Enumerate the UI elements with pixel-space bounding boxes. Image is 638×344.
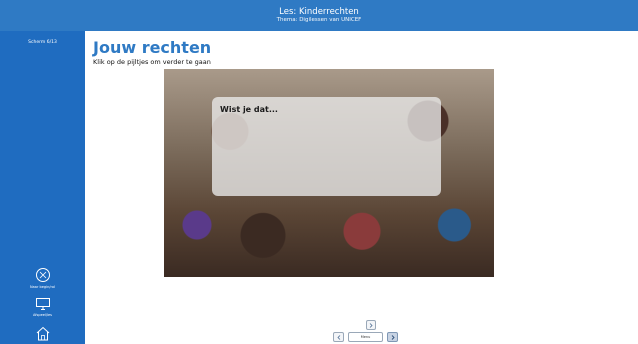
next-button[interactable] [387, 332, 398, 342]
info-overlay: Wist je dat... [212, 97, 441, 196]
top-bar: Les: Kinderrechten Thema: Digilessen van… [0, 0, 638, 31]
sidebar-button-label: Naar begin/rol [30, 285, 55, 289]
overlay-text: Wist je dat... [220, 105, 278, 114]
lesson-title: Les: Kinderrechten [279, 7, 359, 17]
unicef-logo-icon [35, 268, 50, 282]
page-title: Jouw rechten [93, 38, 212, 57]
monitor-icon [35, 298, 50, 310]
sidebar: Scherm 6/13 Naar begin/rol Afspeel/les [0, 31, 85, 344]
home-icon [36, 326, 49, 341]
sidebar-button-begin[interactable]: Naar begin/rol [0, 267, 85, 289]
menu-button[interactable]: Menu [348, 332, 383, 342]
chevron-left-icon [336, 335, 340, 340]
instruction-text: Klik op de pijltjes om verder te gaan [93, 58, 211, 66]
sidebar-button-screen[interactable]: Afspeel/les [0, 297, 85, 317]
lesson-theme: Thema: Digilessen van UNICEF [276, 17, 362, 23]
previous-button[interactable] [333, 332, 344, 342]
screen-counter: Scherm 6/13 [28, 40, 57, 45]
sidebar-button-label: Afspeel/les [33, 313, 52, 317]
nav-up-button[interactable] [366, 320, 376, 330]
children-photo: Wist je dat... [164, 69, 494, 277]
sidebar-button-home[interactable] [0, 326, 85, 341]
chevron-right-icon [391, 335, 395, 340]
chevron-right-icon [369, 323, 373, 328]
